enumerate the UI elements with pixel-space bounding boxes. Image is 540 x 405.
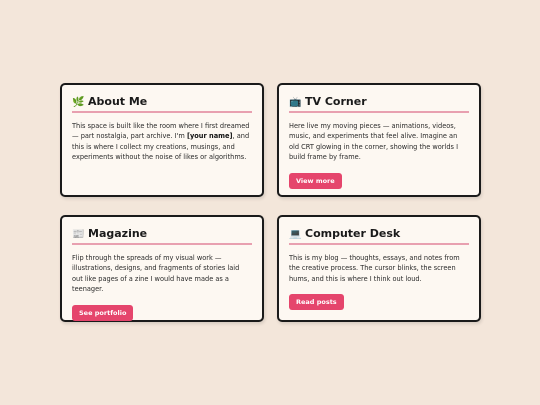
- computer-desk-text: This is my blog — thoughts, essays, and …: [289, 254, 460, 283]
- computer-desk-card: 💻 Computer Desk This is my blog — though…: [277, 215, 481, 322]
- tv-corner-title-row: 📺 TV Corner: [289, 95, 469, 113]
- read-posts-button[interactable]: Read posts: [289, 294, 344, 311]
- leaf-icon: 🌿: [72, 96, 85, 108]
- magazine-text: Flip through the spreads of my visual wo…: [72, 254, 240, 294]
- about-me-text: This space is built like the room where …: [72, 121, 252, 163]
- about-me-title-row: 🌿 About Me: [72, 95, 252, 113]
- computer-desk-title: Computer Desk: [305, 227, 401, 240]
- magazine-card: 📰 Magazine Flip through the spreads of m…: [60, 215, 264, 322]
- about-me-title: About Me: [88, 95, 148, 108]
- newspaper-icon: 📰: [72, 228, 85, 240]
- view-more-button[interactable]: View more: [289, 172, 342, 189]
- tv-icon: 📺: [289, 96, 302, 108]
- tv-corner-title: TV Corner: [305, 95, 367, 108]
- about-me-card: 🌿 About Me This space is built like the …: [60, 83, 264, 197]
- tv-corner-card: 📺 TV Corner Here live my moving pieces —…: [277, 83, 481, 197]
- magazine-title-row: 📰 Magazine: [72, 227, 252, 245]
- magazine-title: Magazine: [88, 227, 148, 240]
- computer-desk-title-row: 💻 Computer Desk: [289, 227, 469, 245]
- about-me-name-placeholder: [your name]: [186, 132, 233, 141]
- tv-corner-text: Here live my moving pieces — animations,…: [289, 122, 459, 162]
- see-portfolio-button[interactable]: See portfolio: [72, 304, 134, 321]
- laptop-icon: 💻: [289, 228, 302, 240]
